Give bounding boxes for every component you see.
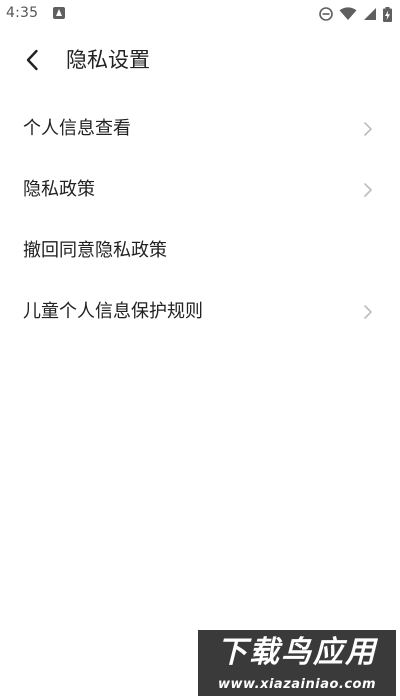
privacy-settings-list: 个人信息查看 隐私政策 撤回同意隐私政策 儿童个人信息保护规则 [0,98,400,342]
wifi-icon [339,7,357,20]
menu-item-label: 儿童个人信息保护规则 [23,300,203,322]
site-watermark: 下载鸟应用 www.xiazainiao.com [198,630,396,696]
menu-item-label: 个人信息查看 [23,117,131,139]
chevron-right-icon [364,304,372,319]
page-title: 隐私设置 [66,48,150,72]
watermark-url: www.xiazainiao.com [217,677,377,692]
menu-item-withdraw-consent[interactable]: 撤回同意隐私政策 [0,220,400,281]
status-time: 4:35 [6,5,39,21]
back-button[interactable] [14,42,50,78]
do-not-disturb-icon [319,7,333,21]
cellular-signal-icon [364,8,376,20]
app-header: 隐私设置 [0,28,400,92]
menu-item-label: 隐私政策 [23,178,95,200]
status-icons [319,5,392,23]
menu-item-privacy-policy[interactable]: 隐私政策 [0,159,400,220]
chevron-right-icon [364,121,372,136]
notification-app-icon [53,7,65,19]
battery-charging-icon [383,6,392,22]
menu-item-children-info-protection[interactable]: 儿童个人信息保护规则 [0,281,400,342]
chevron-left-icon [26,49,38,71]
menu-item-personal-info-view[interactable]: 个人信息查看 [0,98,400,159]
menu-item-label: 撤回同意隐私政策 [23,239,167,261]
chevron-right-icon [364,182,372,197]
status-bar: 4:35 [0,0,400,28]
watermark-logo-text: 下载鸟应用 [217,635,377,670]
